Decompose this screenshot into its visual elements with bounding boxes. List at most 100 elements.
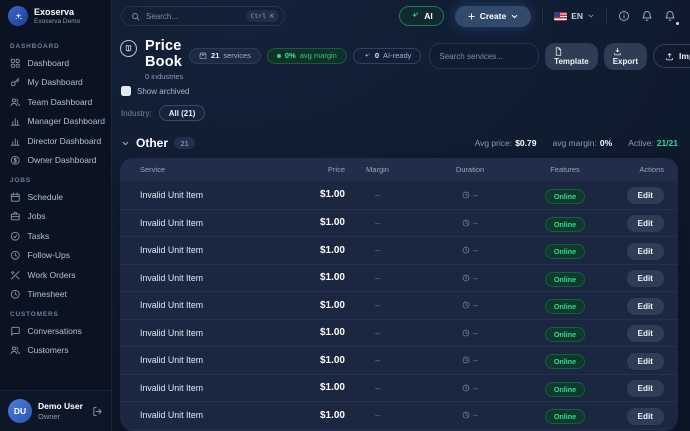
user-panel[interactable]: DU Demo User Owner: [0, 390, 111, 431]
upload-icon: [665, 52, 674, 61]
show-archived-toggle[interactable]: Show archived: [121, 86, 678, 96]
clock-icon: [462, 411, 470, 419]
industry-filter-row: Industry: All (21): [121, 105, 678, 121]
service-name: Invalid Unit Item: [140, 383, 290, 393]
service-duration: –: [410, 190, 530, 200]
table-row: Invalid Unit Item $1.00 – – Online Edit: [120, 236, 678, 264]
sidebar-item-dashboard[interactable]: Dashboard: [0, 53, 111, 73]
sidebar: Exoserva Exoserva Demo DASHBOARDDashboar…: [0, 0, 112, 431]
topbar: Ctrl K AI Create EN: [112, 0, 690, 32]
import-button[interactable]: Import: [653, 44, 690, 68]
service-features: Online: [530, 406, 600, 424]
notifications-button[interactable]: [641, 10, 653, 22]
avg-price-stat: Avg price:$0.79: [475, 138, 537, 148]
service-features: Online: [530, 324, 600, 342]
col-features: Features: [530, 165, 600, 174]
sidebar-item-work-orders[interactable]: Work Orders: [0, 265, 111, 285]
chevron-down-icon[interactable]: [121, 139, 130, 148]
pricebook-badges: 21 services 0% avg margin 0: [189, 48, 421, 64]
table-row: Invalid Unit Item $1.00 – – Online Edit: [120, 264, 678, 292]
service-actions: Edit: [600, 296, 664, 315]
sidebar-item-jobs[interactable]: Jobs: [0, 207, 111, 227]
ai-button[interactable]: AI: [399, 6, 444, 26]
avg-margin-value: 0%: [285, 51, 296, 60]
briefcase-icon: [10, 211, 21, 222]
sidebar-item-manager-dashboard[interactable]: Manager Dashboard: [0, 112, 111, 132]
box-icon: [199, 52, 207, 60]
sidebar-item-timesheet[interactable]: Timesheet: [0, 285, 111, 305]
global-search-input[interactable]: [146, 12, 240, 21]
service-margin: –: [345, 190, 410, 200]
table-body: Invalid Unit Item $1.00 – – Online Edit …: [120, 181, 678, 431]
help-button[interactable]: [618, 10, 630, 22]
sidebar-item-conversations[interactable]: Conversations: [0, 321, 111, 341]
edit-button[interactable]: Edit: [627, 215, 664, 232]
service-duration: –: [410, 355, 530, 365]
edit-button[interactable]: Edit: [627, 325, 664, 342]
file-icon: [554, 47, 563, 56]
service-name: Invalid Unit Item: [140, 410, 290, 420]
edit-button[interactable]: Edit: [627, 353, 664, 370]
sidebar-item-owner-dashboard[interactable]: Owner Dashboard: [0, 151, 111, 171]
avg-margin-value: 0%: [600, 138, 612, 148]
sidebar-item-schedule[interactable]: Schedule: [0, 187, 111, 207]
col-price: Price: [290, 165, 345, 174]
service-search-input[interactable]: [439, 52, 529, 61]
sidebar-item-label: Work Orders: [28, 270, 76, 280]
clock-icon: [462, 191, 470, 199]
pricebook-header: Price Book 21 services 0% avg margin: [120, 38, 678, 81]
services-label: services: [223, 51, 251, 60]
archived-checkbox[interactable]: [121, 86, 131, 96]
service-features: Online: [530, 351, 600, 369]
services-table: Service Price Margin Duration Features A…: [120, 158, 678, 431]
status-badge: Online: [545, 382, 585, 397]
service-actions: Edit: [600, 213, 664, 232]
nav-section-label: CUSTOMERS: [0, 304, 111, 321]
template-button[interactable]: Template: [545, 43, 598, 70]
industries-subtitle: 0 industries: [145, 72, 421, 81]
app-root: Exoserva Exoserva Demo DASHBOARDDashboar…: [0, 0, 690, 431]
industry-chip-all[interactable]: All (21): [159, 105, 206, 121]
table-row: Invalid Unit Item $1.00 – – Online Edit: [120, 181, 678, 209]
col-service: Service: [140, 165, 290, 174]
service-search[interactable]: [429, 43, 539, 69]
edit-button[interactable]: Edit: [627, 408, 664, 425]
language-selector[interactable]: EN: [554, 11, 595, 21]
service-features: Online: [530, 269, 600, 287]
edit-button[interactable]: Edit: [627, 380, 664, 397]
status-badge: Online: [545, 272, 585, 287]
edit-button[interactable]: Edit: [627, 243, 664, 260]
group-title[interactable]: Other: [136, 136, 168, 150]
col-duration: Duration: [410, 165, 530, 174]
export-button[interactable]: Export: [604, 43, 647, 70]
content: Price Book 21 services 0% avg margin: [112, 32, 690, 431]
archived-label: Show archived: [137, 87, 189, 96]
service-actions: Edit: [600, 378, 664, 397]
sidebar-item-label: Director Dashboard: [28, 136, 102, 146]
create-button[interactable]: Create: [455, 6, 531, 27]
sidebar-item-director-dashboard[interactable]: Director Dashboard: [0, 131, 111, 151]
sidebar-item-team-dashboard[interactable]: Team Dashboard: [0, 92, 111, 112]
logout-icon[interactable]: [92, 406, 103, 417]
workspace-switcher[interactable]: Exoserva Exoserva Demo: [0, 0, 111, 32]
sidebar-item-tasks[interactable]: Tasks: [0, 226, 111, 246]
sidebar-item-label: Team Dashboard: [28, 97, 93, 107]
chart-icon: [10, 116, 21, 127]
status-badge: Online: [545, 299, 585, 314]
key-icon: [10, 77, 21, 88]
create-button-label: Create: [480, 11, 506, 21]
sidebar-item-customers[interactable]: Customers: [0, 341, 111, 361]
edit-button[interactable]: Edit: [627, 298, 664, 315]
service-features: Online: [530, 296, 600, 314]
service-margin: –: [345, 328, 410, 338]
service-duration: –: [410, 410, 530, 420]
sidebar-item-my-dashboard[interactable]: My Dashboard: [0, 73, 111, 93]
alerts-button[interactable]: [664, 10, 676, 22]
clock-icon: [462, 329, 470, 337]
edit-button[interactable]: Edit: [627, 187, 664, 204]
service-actions: Edit: [600, 241, 664, 260]
edit-button[interactable]: Edit: [627, 270, 664, 287]
clock-icon: [462, 274, 470, 282]
sidebar-item-follow-ups[interactable]: Follow-Ups: [0, 246, 111, 266]
global-search[interactable]: Ctrl K: [121, 6, 285, 26]
